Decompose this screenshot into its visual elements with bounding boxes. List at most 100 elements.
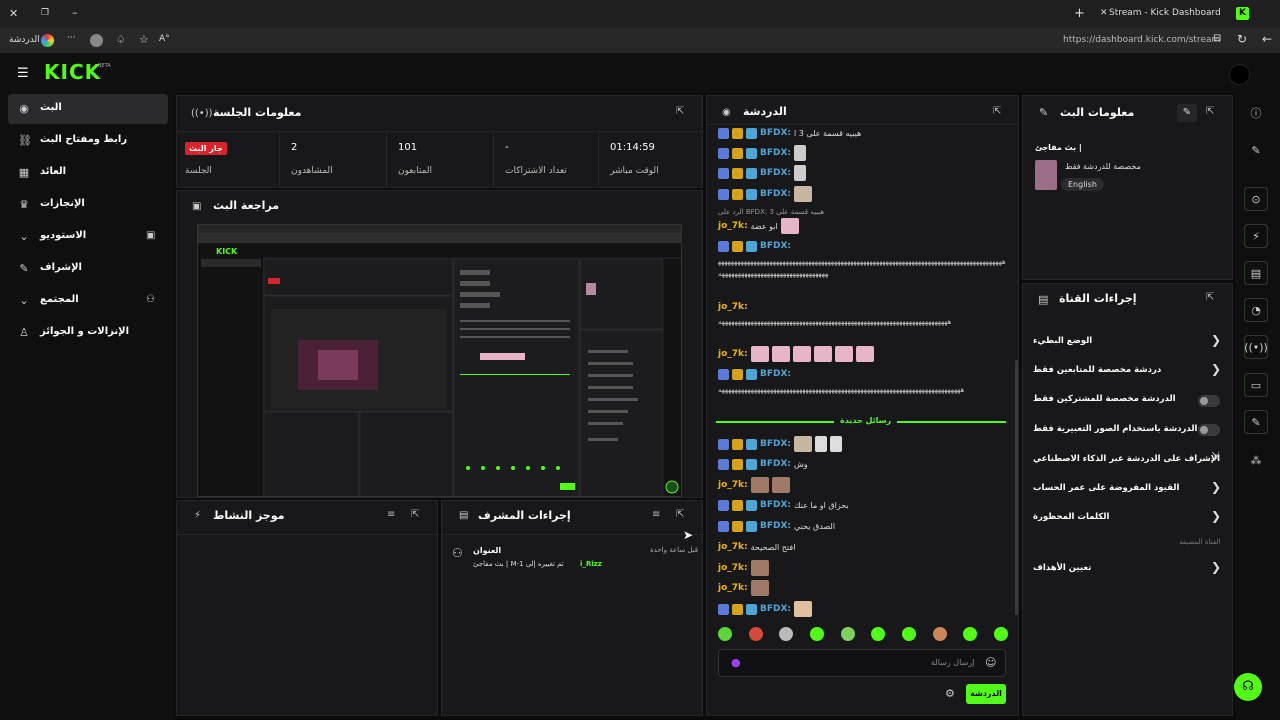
url-text[interactable]: https://dashboard.kick.com/stream [1063, 35, 1220, 45]
chat-message[interactable]: BFDX: [718, 185, 813, 203]
info-icon[interactable]: ⓘ [1244, 101, 1268, 125]
filter-icon[interactable]: ≡ [387, 509, 395, 520]
chat-message[interactable]: BFDX: وش [718, 455, 808, 473]
back-label[interactable]: الدردشة [9, 35, 40, 45]
chat-username[interactable]: BFDX: [760, 168, 791, 178]
chat-message[interactable]: BFDX: [718, 435, 843, 453]
new-tab-icon[interactable]: + [1074, 6, 1085, 21]
popout-icon[interactable]: ⇱ [411, 509, 419, 520]
stream-preview-video[interactable]: KICK [197, 224, 682, 497]
mic-icon[interactable]: ● [731, 656, 741, 669]
chat-send-button[interactable]: الدردشة [966, 684, 1006, 704]
mod-action-user[interactable]: i_Rizz [580, 560, 602, 568]
chat-username[interactable]: jo_7k: [718, 302, 748, 312]
chevron-right-icon[interactable]: ❯ [1211, 509, 1221, 523]
browser-back-icon[interactable]: ← [1262, 32, 1272, 46]
chat-message[interactable]: jo_7k: [718, 579, 769, 597]
restore-icon[interactable]: ❐ [41, 8, 49, 18]
chat-message[interactable]: BFDX: [718, 144, 807, 162]
emote-button[interactable] [871, 627, 886, 641]
broadcast-icon[interactable]: ((•)) [1244, 335, 1268, 359]
chat-message[interactable]: BFDX: بحزاق او ما عنك [718, 496, 849, 514]
profile-icon[interactable] [90, 34, 103, 47]
emote-button[interactable] [932, 627, 947, 641]
chat-username[interactable]: BFDX: [760, 241, 791, 251]
avatar[interactable] [1229, 64, 1250, 85]
emote-button[interactable] [748, 627, 763, 641]
chat-message[interactable]: jo_7k: ابو عضة [718, 217, 799, 235]
popout-icon[interactable]: ⇱ [1206, 106, 1214, 117]
panels-icon[interactable]: ▭ [1244, 373, 1268, 397]
subscribers-only-toggle[interactable] [1198, 395, 1220, 407]
popout-icon[interactable]: ⇱ [676, 106, 684, 117]
chat-message[interactable]: BFDX: الصدق يحني [718, 517, 835, 535]
chevron-right-icon[interactable]: ❯ [1211, 362, 1221, 376]
sidebar-item-studio[interactable]: ⌄ الاستوديو ▣ [8, 222, 168, 252]
chat-message[interactable]: BFDX: [718, 600, 813, 618]
chat-scrollbar[interactable] [1015, 360, 1018, 615]
popout-icon[interactable]: ⇱ [676, 509, 684, 520]
filter-icon[interactable]: ≡ [652, 509, 660, 520]
chat-username[interactable]: jo_7k: [718, 349, 748, 359]
emote-button[interactable] [840, 627, 855, 641]
popout-icon[interactable]: ⇱ [993, 106, 1001, 117]
emote-only-toggle[interactable] [1198, 424, 1220, 436]
account-age-row[interactable]: القيود المفروضة على عمر الحساب [1033, 478, 1223, 498]
chat-message[interactable]: BFDX: هيبيه قسمة على 3 ا [718, 124, 861, 142]
bolt-icon[interactable]: ⚡ [1244, 224, 1268, 248]
chat-message[interactable]: jo_7k: [718, 298, 748, 316]
minimize-icon[interactable]: – [72, 6, 78, 19]
copilot-icon[interactable] [41, 34, 54, 47]
category-name[interactable]: مخصصة للدردشة فقط [1065, 162, 1141, 171]
pencil-icon[interactable]: ✎ [1244, 138, 1268, 162]
chevron-right-icon[interactable]: ❯ [1211, 560, 1221, 574]
emote-button[interactable] [963, 627, 978, 641]
chat-username[interactable]: BFDX: [760, 148, 791, 158]
sidebar-item-stream[interactable]: ◉ البث [8, 94, 168, 124]
followers-only-row[interactable]: دردشة مخصصة للمتابعين فقط [1033, 360, 1223, 380]
sidebar-item-revenue[interactable]: ▦ العائد [8, 158, 168, 188]
help-support-icon[interactable]: ☊ [1234, 673, 1262, 701]
close-icon[interactable]: ✕ [9, 7, 18, 20]
slow-mode-row[interactable]: الوضع البطيء [1033, 331, 1223, 351]
mod-action-entry[interactable]: ⚇ العنوان قبل ساعة واحدة بث مفاجئ | M-1 … [450, 543, 698, 575]
sidebar-item-moderation[interactable]: ✎ الإشراف [8, 254, 168, 284]
chat-message[interactable]: jo_7k: افتح الصحيحة [718, 538, 795, 556]
chevron-right-icon[interactable]: ❯ [1211, 333, 1221, 347]
camera-icon[interactable]: ⊙ [1244, 187, 1268, 211]
emote-button[interactable] [993, 627, 1008, 641]
chat-message[interactable]: jo_7k: [718, 476, 790, 494]
banned-words-row[interactable]: الكلمات المحظورة [1033, 507, 1223, 527]
list-icon[interactable]: ▤ [1244, 261, 1268, 285]
read-aloud-icon[interactable]: A° [159, 34, 170, 44]
chat-username[interactable]: jo_7k: [718, 542, 748, 552]
hamburger-icon[interactable]: ☰ [17, 66, 29, 81]
chat-username[interactable]: BFDX: [760, 128, 791, 138]
sidebar-item-stream-key[interactable]: ⛓ رابط ومفتاح البث [8, 126, 168, 156]
kick-logo[interactable]: KICK [44, 60, 101, 84]
chat-username[interactable]: BFDX: [760, 459, 791, 469]
reload-icon[interactable]: ↻ [1237, 32, 1247, 46]
wrench-icon[interactable]: ✎ [1244, 410, 1268, 434]
chevron-right-icon[interactable]: ❯ [1211, 480, 1221, 494]
chat-username[interactable]: jo_7k: [718, 563, 748, 573]
external-link-icon[interactable]: ⇲ [1211, 451, 1219, 462]
chat-input[interactable]: ● إرسال رسالة ☺ [718, 649, 1006, 677]
chat-username[interactable]: BFDX: [760, 521, 791, 531]
chat-username[interactable]: jo_7k: [718, 583, 748, 593]
chat-username[interactable]: BFDX: [760, 604, 791, 614]
chat-message[interactable]: BFDX: [718, 237, 791, 255]
emote-button[interactable] [809, 627, 824, 641]
edit-icon[interactable]: ✎ [1177, 104, 1197, 122]
collections-icon[interactable]: ♤ [116, 33, 126, 46]
emote-button[interactable] [718, 627, 732, 641]
chat-username[interactable]: BFDX: [760, 500, 791, 510]
chat-username[interactable]: BFDX: [760, 189, 791, 199]
star-icon[interactable]: ☆ [139, 33, 149, 46]
emote-button[interactable] [779, 627, 794, 641]
emoji-icon[interactable]: ☺ [985, 656, 996, 669]
sidebar-item-achievements[interactable]: ♛ الإنجازات [8, 190, 168, 220]
chat-message[interactable]: BFDX: [718, 365, 791, 383]
chat-message[interactable]: jo_7k: [718, 345, 874, 363]
chat-message[interactable]: BFDX: [718, 164, 807, 182]
